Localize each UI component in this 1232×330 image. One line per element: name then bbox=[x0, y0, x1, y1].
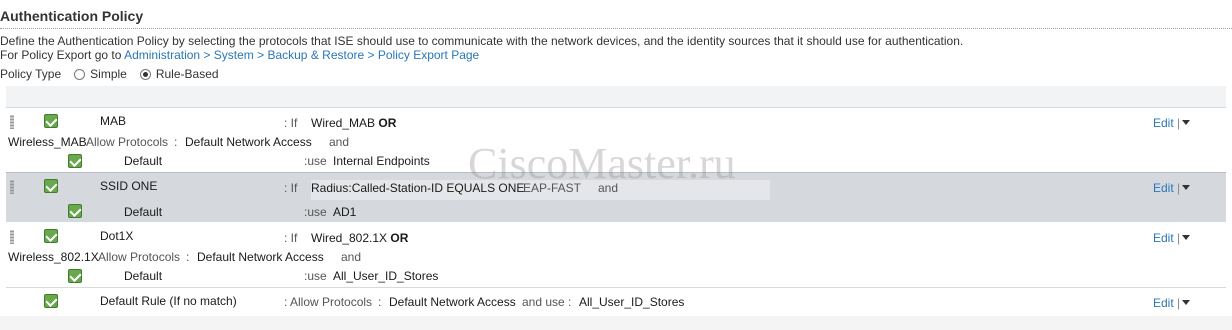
rule-enabled-checkbox[interactable] bbox=[44, 229, 58, 243]
colon: : bbox=[378, 295, 382, 309]
edit-button[interactable]: Edit bbox=[1153, 181, 1174, 195]
allow-protocols-label: Allow Protocols bbox=[98, 250, 181, 264]
rule-enabled-checkbox[interactable] bbox=[44, 179, 58, 193]
rule-name[interactable]: Dot1X bbox=[100, 229, 133, 243]
allowed-protocols[interactable]: Default Network Access bbox=[389, 295, 516, 309]
rule-actions: Edit | bbox=[1153, 296, 1191, 310]
simple-radio[interactable] bbox=[74, 69, 86, 80]
allowed-protocols[interactable]: Default Network Access bbox=[185, 135, 312, 149]
rule-name[interactable]: MAB bbox=[100, 114, 126, 128]
rule-condition-continued[interactable]: Wireless_MAB bbox=[8, 135, 87, 149]
rule-condition-continued[interactable]: Wireless_802.1X bbox=[8, 250, 99, 264]
title-divider bbox=[0, 28, 1232, 29]
rule-actions: Edit | bbox=[1153, 231, 1191, 245]
simple-radio-label[interactable]: Simple bbox=[90, 67, 127, 81]
export-prefix: For Policy Export go to bbox=[0, 48, 125, 62]
rule-condition[interactable]: Wired_802.1X OR bbox=[311, 231, 408, 245]
rule-based-radio[interactable] bbox=[139, 69, 151, 80]
use-label: :use bbox=[304, 154, 327, 168]
if-label: : If bbox=[284, 181, 298, 195]
identity-enabled-checkbox[interactable] bbox=[68, 204, 82, 218]
identity-source[interactable]: All_User_ID_Stores bbox=[333, 269, 438, 283]
identity-rule-name[interactable]: Default bbox=[124, 269, 162, 283]
rule-name[interactable]: Default Rule (If no match) bbox=[100, 294, 237, 308]
drag-handle-icon[interactable] bbox=[10, 230, 14, 244]
identity-rule-name[interactable]: Default bbox=[124, 154, 162, 168]
page-title: Authentication Policy bbox=[0, 8, 144, 24]
rule-actions: Edit | bbox=[1153, 116, 1191, 130]
rule-enabled-checkbox[interactable] bbox=[44, 114, 58, 128]
rule-actions: Edit | bbox=[1153, 181, 1191, 195]
edit-button[interactable]: Edit bbox=[1153, 116, 1174, 130]
chevron-down-icon[interactable] bbox=[1182, 185, 1191, 190]
use-label: :use bbox=[304, 205, 327, 219]
drag-handle-icon[interactable] bbox=[10, 115, 14, 129]
identity-enabled-checkbox[interactable] bbox=[68, 154, 82, 168]
use-label: :use bbox=[304, 269, 327, 283]
allowed-protocols[interactable]: Default Network Access bbox=[197, 250, 324, 264]
if-label: : If bbox=[284, 116, 298, 130]
colon: : bbox=[186, 250, 190, 264]
chevron-down-icon[interactable] bbox=[1182, 235, 1191, 240]
policy-export-line: For Policy Export go to Administration >… bbox=[0, 48, 479, 62]
if-label: : If bbox=[284, 231, 298, 245]
identity-rule-name[interactable]: Default bbox=[124, 205, 162, 219]
and-label: and bbox=[341, 250, 362, 264]
chevron-down-icon[interactable] bbox=[1182, 120, 1191, 125]
and-use-label: and use : bbox=[522, 295, 572, 309]
rule-enabled-checkbox[interactable] bbox=[44, 294, 58, 308]
identity-source[interactable]: All_User_ID_Stores bbox=[579, 295, 684, 309]
policy-type-label: Policy Type bbox=[0, 67, 62, 81]
table-footer bbox=[0, 316, 1232, 330]
rule-based-radio-label[interactable]: Rule-Based bbox=[156, 67, 219, 81]
rules-table-header bbox=[6, 86, 1226, 108]
policy-type-selector: Policy Type Simple Rule-Based bbox=[0, 67, 219, 81]
policy-export-link[interactable]: Administration > System > Backup & Resto… bbox=[124, 48, 479, 62]
rule-name[interactable]: SSID ONE bbox=[100, 179, 157, 193]
colon: : bbox=[174, 135, 178, 149]
identity-source[interactable]: AD1 bbox=[333, 205, 356, 219]
chevron-down-icon[interactable] bbox=[1182, 300, 1191, 305]
drag-handle-icon[interactable] bbox=[10, 180, 14, 194]
rule-condition[interactable]: Wired_MAB OR bbox=[311, 116, 396, 130]
edit-button[interactable]: Edit bbox=[1153, 231, 1174, 245]
allow-protocols-label: : Allow Protocols bbox=[284, 295, 373, 309]
allow-protocols-label: Allow Protocols bbox=[86, 135, 169, 149]
and-label: and bbox=[329, 135, 350, 149]
identity-source[interactable]: Internal Endpoints bbox=[333, 154, 430, 168]
edit-button[interactable]: Edit bbox=[1153, 296, 1174, 310]
identity-enabled-checkbox[interactable] bbox=[68, 269, 82, 283]
watermark: CiscoMaster.ru bbox=[468, 139, 736, 188]
page-description: Define the Authentication Policy by sele… bbox=[0, 34, 964, 48]
